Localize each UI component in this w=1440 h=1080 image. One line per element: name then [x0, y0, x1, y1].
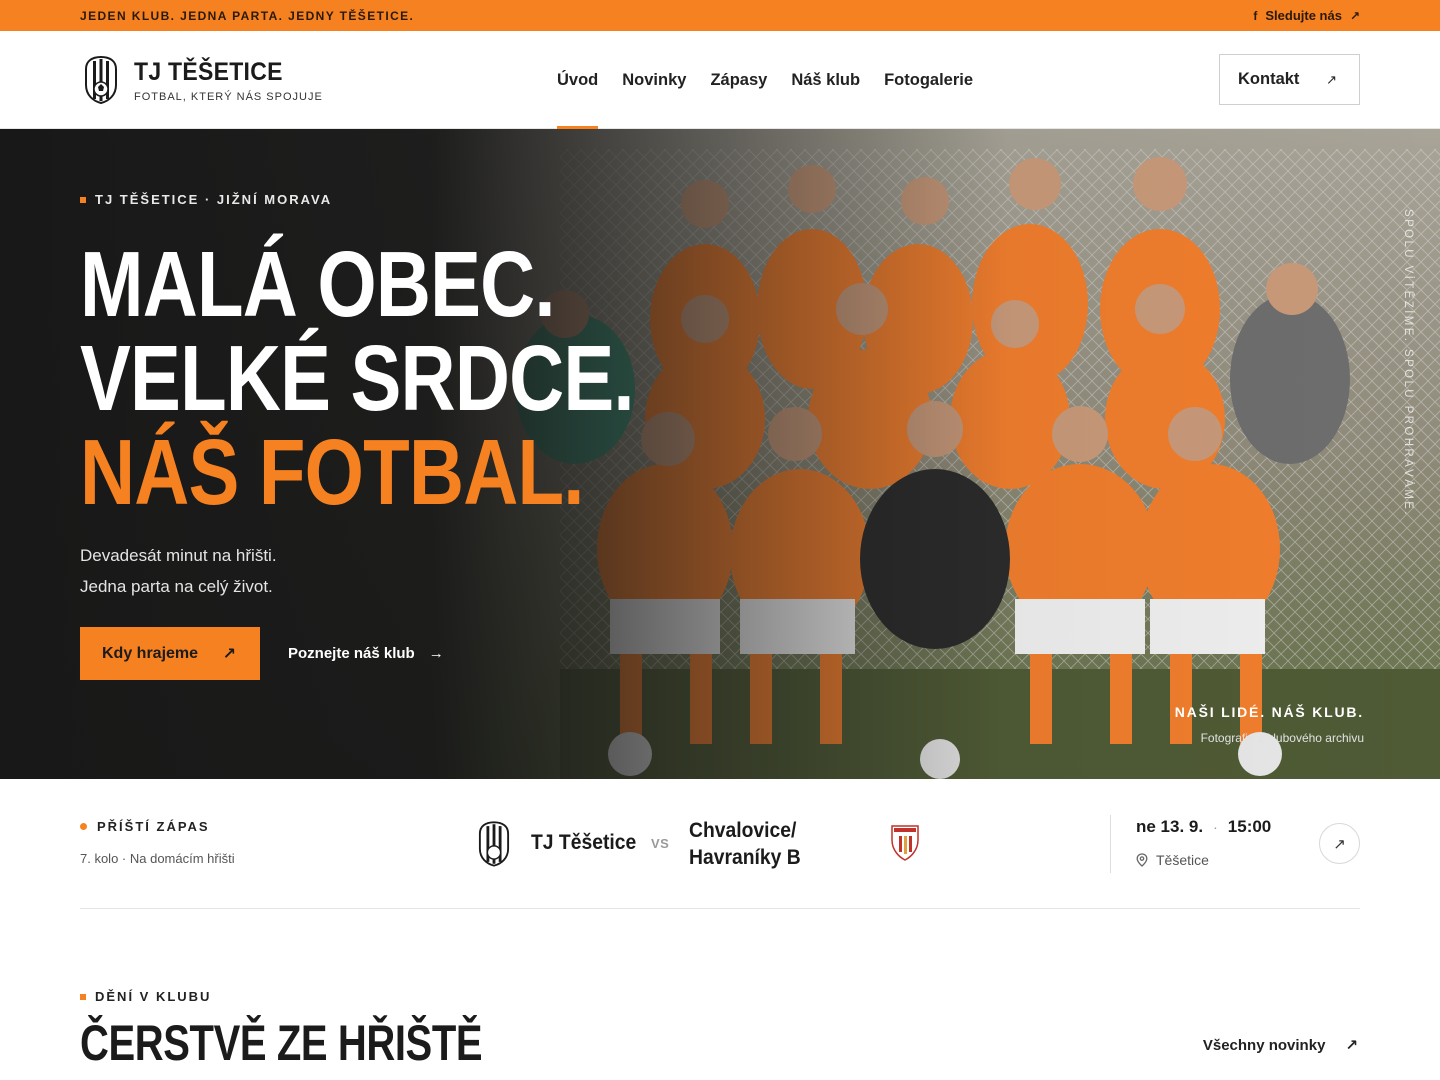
match-divider	[1110, 815, 1111, 873]
contact-button-label: Kontakt	[1238, 70, 1300, 88]
next-match-label-text: PŘÍŠTÍ ZÁPAS	[97, 819, 210, 834]
headline-line-3: NÁŠ FOTBAL.	[80, 420, 584, 524]
opponent-crest-icon	[891, 825, 919, 861]
when-we-play-button[interactable]: Kdy hrajeme ↗	[80, 627, 260, 680]
contact-button[interactable]: Kontakt ↗	[1219, 54, 1360, 105]
all-news-link[interactable]: Všechny novinky ↗	[1202, 1036, 1358, 1055]
main-navigation: Úvod Novinky Zápasy Náš klub Fotogalerie	[557, 31, 973, 129]
arrow-up-right-icon: ↗	[1349, 8, 1360, 23]
away-team-line-1: Chvalovice/	[689, 819, 797, 842]
news-eyebrow: DĚNÍ V KLUBU	[80, 989, 211, 1004]
match-time: 15:00	[1227, 817, 1272, 836]
follow-us-label: Sledujte nás	[1265, 8, 1342, 23]
brand-subtitle: FOTBAL, KTERÝ NÁS SPOJUJE	[134, 90, 323, 103]
club-crest-icon	[85, 55, 117, 105]
arrow-up-right-icon: ↗	[222, 645, 236, 663]
nav-item-fotogalerie[interactable]: Fotogalerie	[884, 31, 973, 129]
arrow-up-right-icon: ↗	[1333, 835, 1346, 853]
news-eyebrow-text: DĚNÍ V KLUBU	[95, 989, 212, 1004]
about-club-label: Poznejte náš klub	[288, 645, 415, 662]
all-news-label: Všechny novinky	[1202, 1036, 1326, 1054]
match-venue: Těšetice	[1136, 852, 1209, 868]
brand-name: TJ TĚŠETICE	[134, 57, 283, 86]
away-team-line-2: Havraníky B	[689, 846, 801, 869]
top-announcement-bar: JEDEN KLUB. JEDNA PARTA. JEDNY TĚŠETICE.…	[0, 0, 1440, 31]
hero-lead-line-2: Jedna parta na celý život.	[80, 577, 273, 596]
versus-label: VS	[651, 836, 670, 851]
match-venue-name: Těšetice	[1156, 852, 1209, 868]
match-date: ne 13. 9.	[1136, 817, 1204, 836]
headline-line-1: MALÁ OBEC.	[80, 232, 556, 336]
arrow-up-right-icon: ↗	[1345, 1037, 1358, 1054]
vertical-motto: SPOLU VÍTĚZÍME. SPOLU PROHRÁVÁME.	[1402, 209, 1414, 517]
match-datetime: ne 13. 9. · 15:00	[1136, 817, 1271, 837]
nav-item-novinky[interactable]: Novinky	[622, 31, 686, 129]
nav-item-uvod[interactable]: Úvod	[557, 31, 599, 129]
live-dot-icon	[80, 823, 87, 830]
news-section-title: ČERSTVĚ ZE HŘIŠTĚ	[80, 1015, 483, 1071]
next-match-label: PŘÍŠTÍ ZÁPAS	[80, 819, 210, 834]
photo-caption-subtitle: Fotografie z klubového archivu	[1200, 731, 1364, 745]
arrow-right-icon: →	[428, 645, 444, 662]
square-marker-icon	[80, 196, 86, 203]
arrow-up-right-icon: ↗	[1326, 71, 1337, 87]
match-detail-button[interactable]: ↗	[1319, 823, 1360, 864]
when-we-play-label: Kdy hrajeme	[102, 644, 199, 662]
home-team-crest-icon	[478, 821, 510, 867]
about-club-link[interactable]: Poznejte náš klub →	[288, 627, 444, 680]
hero-lead-line-1: Devadesát minut na hřišti.	[80, 546, 277, 565]
club-tagline: JEDEN KLUB. JEDNA PARTA. JEDNY TĚŠETICE.	[80, 8, 415, 23]
hero-section: TJ TĚŠETICE · JIŽNÍ MORAVA MALÁ OBEC. VE…	[0, 129, 1440, 779]
headline-line-2: VELKÉ SRDCE.	[80, 326, 635, 430]
hero-lead: Devadesát minut na hřišti. Jedna parta n…	[80, 540, 277, 602]
datetime-separator: ·	[1213, 819, 1218, 835]
square-marker-icon	[80, 993, 86, 1000]
hero-headline: MALÁ OBEC. VELKÉ SRDCE. NÁŠ FOTBAL.	[80, 237, 635, 519]
map-pin-icon	[1136, 853, 1148, 867]
away-team-name: Chvalovice/ Havraníky B	[689, 817, 827, 871]
photo-caption-title: NAŠI LIDÉ. NÁŠ KLUB.	[1174, 704, 1364, 720]
hero-eyebrow-text: TJ TĚŠETICE · JIŽNÍ MORAVA	[95, 192, 333, 207]
match-round-info: 7. kolo · Na domácím hřišti	[80, 851, 235, 866]
site-header: TJ TĚŠETICE FOTBAL, KTERÝ NÁS SPOJUJE Úv…	[0, 31, 1440, 129]
follow-us-link[interactable]: f Sledujte nás ↗	[1253, 8, 1360, 23]
next-match-strip: PŘÍŠTÍ ZÁPAS 7. kolo · Na domácím hřišti…	[80, 779, 1360, 909]
nav-item-zapasy[interactable]: Zápasy	[710, 31, 767, 129]
home-team-name: TJ Těšetice	[531, 831, 637, 854]
nav-item-nas-klub[interactable]: Náš klub	[791, 31, 860, 129]
hero-eyebrow: TJ TĚŠETICE · JIŽNÍ MORAVA	[80, 192, 332, 207]
facebook-icon: f	[1253, 8, 1258, 23]
brand-home-link[interactable]: TJ TĚŠETICE FOTBAL, KTERÝ NÁS SPOJUJE	[84, 55, 323, 105]
